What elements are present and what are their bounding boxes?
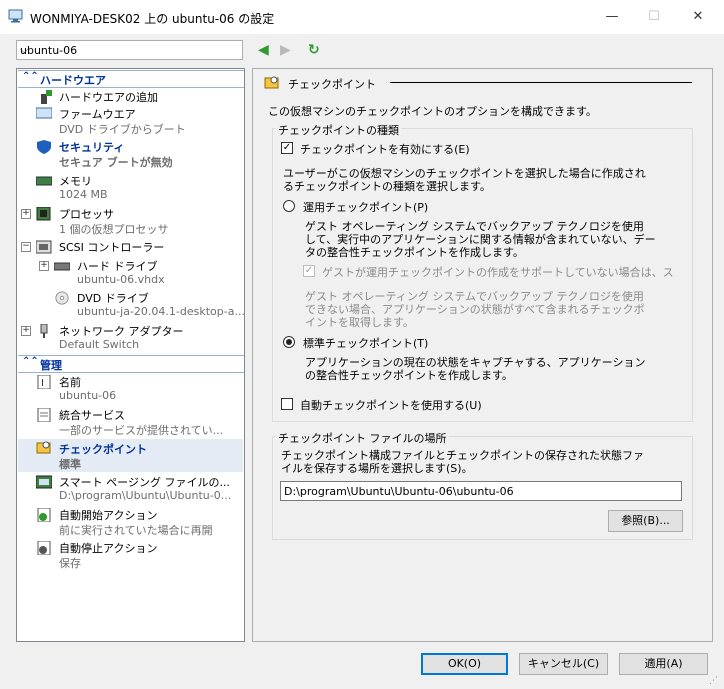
panel-description: この仮想マシンのチェックポイントのオプションを構成できます。 xyxy=(268,105,597,118)
auto-stop-icon xyxy=(37,541,51,555)
network-icon xyxy=(40,324,48,338)
dvd-icon xyxy=(55,291,69,305)
settings-tree[interactable]: ⌃⌃ ハードウエア ハードウエアの追加 ファームウエア DVD ドライブからブー… xyxy=(16,68,245,642)
collapse-icon: ⌃⌃ xyxy=(22,71,39,82)
sidebar-item-auto-stop[interactable]: 自動停止アクション 保存 xyxy=(17,540,243,571)
maximize-button[interactable]: ☐ xyxy=(642,6,666,28)
section-hardware[interactable]: ⌃⌃ ハードウエア xyxy=(18,70,244,88)
window-title: WONMIYA-DESK02 上の ubuntu-06 の設定 xyxy=(30,12,275,26)
sidebar-item-auto-start[interactable]: 自動開始アクション 前に実行されていた場合に再開 xyxy=(17,507,243,538)
enable-checkpoints-checkbox[interactable]: ✓ xyxy=(281,142,293,154)
memory-icon xyxy=(36,176,52,186)
add-hardware-icon xyxy=(41,90,52,104)
sidebar-item-name[interactable]: I 名前 ubuntu-06 xyxy=(17,374,243,405)
firmware-icon xyxy=(36,107,52,119)
smart-paging-icon xyxy=(36,475,52,489)
select-desc-2: るチェックポイントの種類を選択します。 xyxy=(283,180,491,193)
browse-button[interactable]: 参照(B)... xyxy=(608,510,683,532)
integration-icon xyxy=(37,408,51,422)
production-checkpoint-label[interactable]: 運用チェックポイント(P) xyxy=(303,199,428,215)
ok-button[interactable]: OK(O) xyxy=(421,653,508,675)
section-management[interactable]: ⌃⌃ 管理 xyxy=(18,355,244,373)
close-button[interactable]: ✕ xyxy=(686,6,710,28)
expand-icon[interactable]: + xyxy=(21,326,31,336)
checkpoint-path-value: D:\program\Ubuntu\Ubuntu-06\ubuntu-06 xyxy=(284,485,514,498)
forward-arrow-icon[interactable]: ▶ xyxy=(280,42,291,58)
auto-checkpoints-label[interactable]: 自動チェックポイントを使用する(U) xyxy=(300,397,482,413)
name-icon: I xyxy=(37,375,51,389)
sidebar-item-hard-drive[interactable]: + ハード ドライブ ubuntu-06.vhdx xyxy=(35,258,243,289)
standard-desc-2: の整合性チェックポイントを作成します。 xyxy=(305,369,513,382)
sidebar-item-checkpoints[interactable]: チェックポイント 標準 xyxy=(18,439,243,472)
sidebar-item-memory[interactable]: メモリ 1024 MB xyxy=(17,173,243,204)
auto-checkpoints-checkbox[interactable] xyxy=(281,398,293,410)
checkpoint-icon xyxy=(36,441,51,454)
production-checkpoint-radio[interactable] xyxy=(283,200,295,212)
title-divider xyxy=(390,82,692,83)
sidebar-item-security[interactable]: セキュリティ セキュア ブートが無効 xyxy=(17,139,243,170)
standard-checkpoint-label[interactable]: 標準チェックポイント(T) xyxy=(303,335,428,351)
location-desc-2: イルを保存する場所を選択します(S)。 xyxy=(281,462,473,475)
minimize-button[interactable]: — xyxy=(600,6,624,28)
fallback-standard-checkbox[interactable]: ✓ xyxy=(303,265,315,277)
scsi-icon xyxy=(36,240,52,254)
vm-select[interactable]: ubuntu-06 ⌵ xyxy=(16,40,243,60)
sidebar-item-scsi-controller[interactable]: − SCSI コントローラー xyxy=(17,239,243,255)
shield-icon xyxy=(37,140,51,154)
sidebar-item-add-hardware[interactable]: ハードウエアの追加 xyxy=(17,89,243,105)
sidebar-item-network-adapter[interactable]: + ネットワーク アダプター Default Switch xyxy=(17,323,243,354)
fallback-standard-label[interactable]: ゲストが運用チェックポイントの作成をサポートしていない場合は、ス xyxy=(322,264,690,280)
sidebar-item-dvd-drive[interactable]: DVD ドライブ ubuntu-ja-20.04.1-desktop-a... xyxy=(35,290,244,321)
processor-icon xyxy=(36,207,51,221)
resize-grip-icon[interactable]: ⋰ xyxy=(709,676,718,686)
fallback-desc-3: イントを取得します。 xyxy=(305,316,414,329)
checkpoint-icon xyxy=(264,76,279,89)
refresh-icon[interactable]: ↻ xyxy=(308,42,320,58)
back-arrow-icon[interactable]: ◀ xyxy=(258,42,269,58)
standard-checkpoint-radio[interactable] xyxy=(283,336,295,348)
production-desc-3: タの整合性チェックポイントを作成します。 xyxy=(305,246,524,259)
auto-start-icon xyxy=(37,508,51,522)
sidebar-item-firmware[interactable]: ファームウエア DVD ドライブからブート xyxy=(17,106,243,137)
collapse-icon: ⌃⌃ xyxy=(22,356,39,367)
chevron-down-icon: ⌵ xyxy=(20,43,29,56)
enable-checkpoints-label[interactable]: チェックポイントを有効にする(E) xyxy=(300,141,470,157)
expand-icon[interactable]: + xyxy=(21,209,31,219)
hyperv-settings-icon xyxy=(8,9,23,23)
checkpoint-type-title: チェックポイントの種類 xyxy=(276,122,401,138)
sidebar-item-integration-services[interactable]: 統合サービス 一部のサービスが提供されてい... xyxy=(17,407,243,438)
svg-text:I: I xyxy=(41,378,44,389)
sidebar-item-processor[interactable]: + プロセッサ 1 個の仮想プロセッサ xyxy=(17,206,243,237)
hard-drive-icon xyxy=(54,262,70,271)
panel-title: チェックポイント xyxy=(288,78,376,91)
expand-icon[interactable]: + xyxy=(39,261,49,271)
cancel-button[interactable]: キャンセル(C) xyxy=(519,653,608,675)
apply-button[interactable]: 適用(A) xyxy=(619,653,708,675)
checkpoint-path-input[interactable]: D:\program\Ubuntu\Ubuntu-06\ubuntu-06 xyxy=(280,481,682,501)
collapse-tree-icon[interactable]: − xyxy=(21,242,31,252)
checkpoint-location-title: チェックポイント ファイルの場所 xyxy=(276,430,449,446)
sidebar-item-smart-paging[interactable]: スマート ページング ファイルの... D:\program\Ubuntu\Ub… xyxy=(17,474,243,505)
